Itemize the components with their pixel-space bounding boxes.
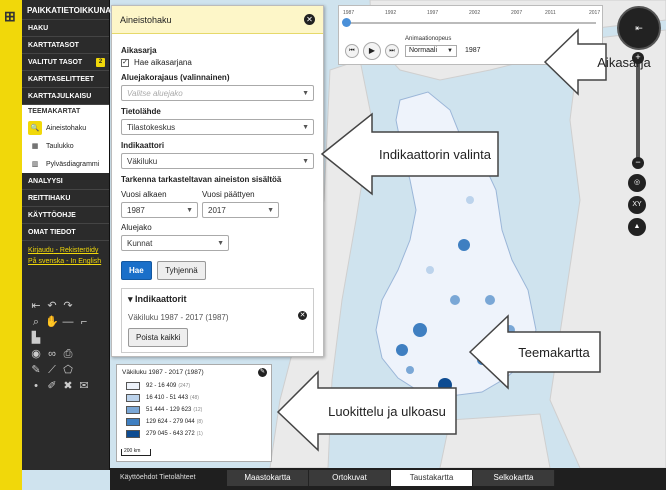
callout-thematic-map: Teemakartta xyxy=(518,344,590,360)
callout-classification: Luokittelu ja ulkoasu xyxy=(328,403,446,419)
callout-indicator: Indikaattorin valinta xyxy=(378,146,491,162)
screen: { "brand": "PAIKKATIETOIKKUNA", "nav": [… xyxy=(0,0,666,490)
callout-series: Aikasarja xyxy=(597,54,651,70)
